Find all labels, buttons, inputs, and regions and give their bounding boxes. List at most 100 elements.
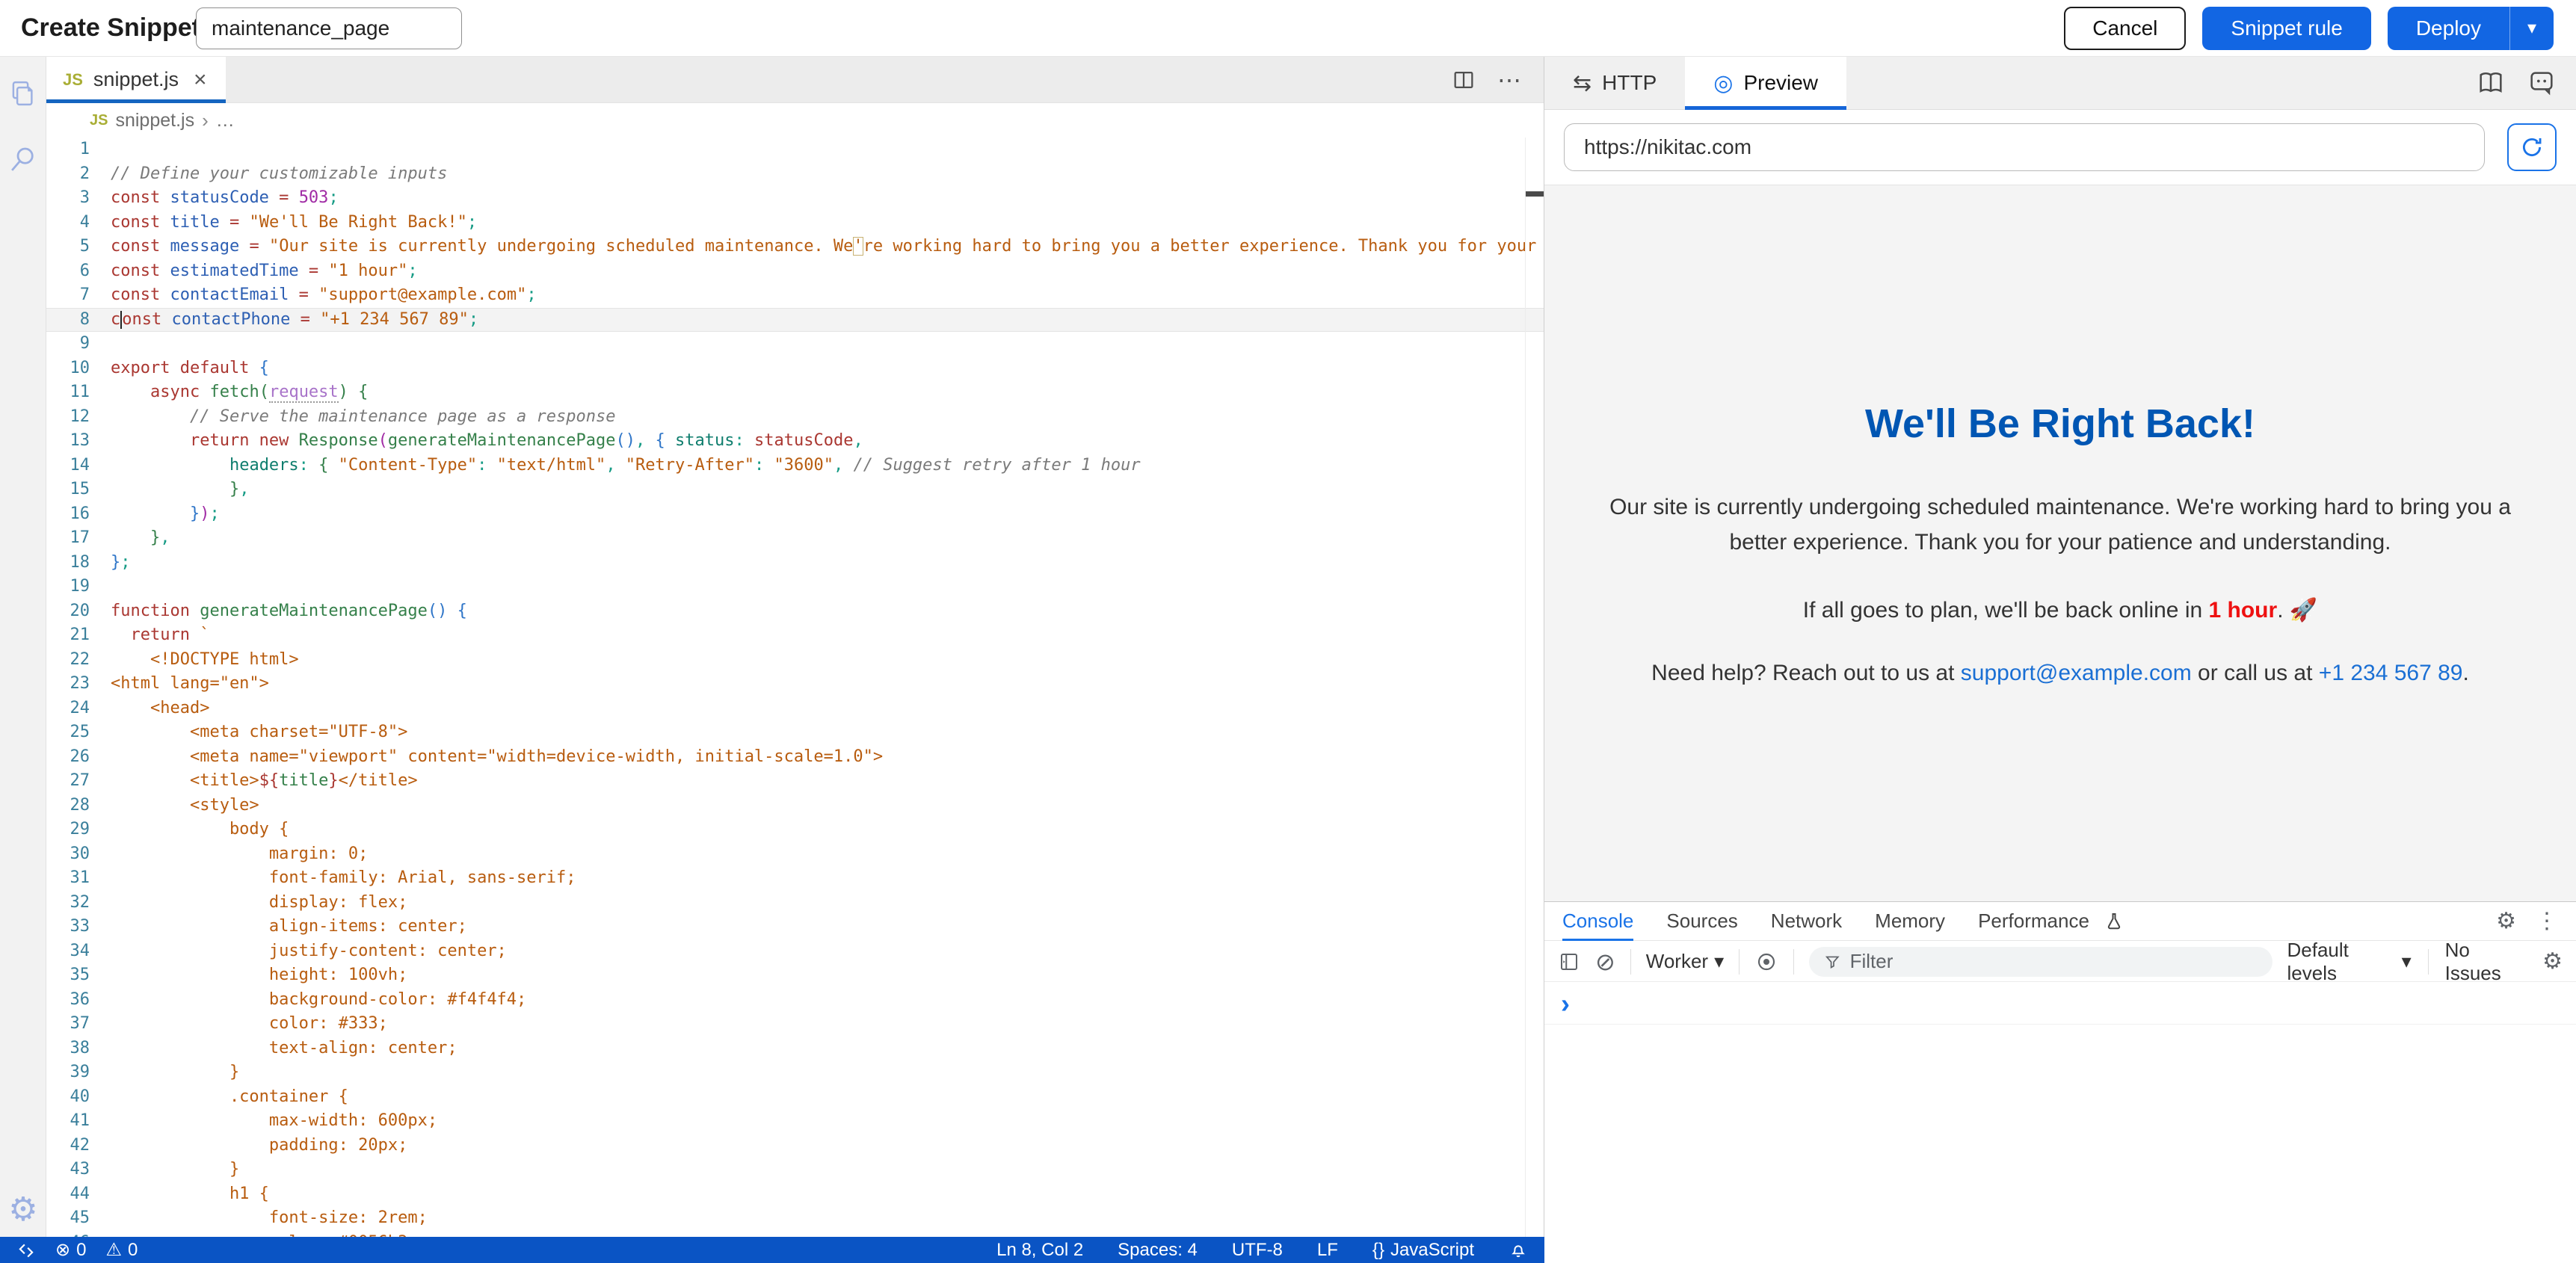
- language-mode[interactable]: {} JavaScript: [1372, 1240, 1474, 1261]
- code-line-34[interactable]: 34 justify-content: center;: [46, 939, 1544, 964]
- line-number[interactable]: 45: [46, 1206, 111, 1231]
- line-number[interactable]: 27: [46, 769, 111, 794]
- notifications-bell-icon[interactable]: [1509, 1241, 1528, 1260]
- line-number[interactable]: 37: [46, 1012, 111, 1037]
- line-number[interactable]: 9: [46, 332, 111, 356]
- cursor-position[interactable]: Ln 8, Col 2: [996, 1240, 1083, 1261]
- line-number[interactable]: 34: [46, 939, 111, 964]
- log-levels-selector[interactable]: Default levels ▾: [2287, 939, 2412, 985]
- code-line-26[interactable]: 26 <meta name="viewport" content="width=…: [46, 745, 1544, 770]
- line-number[interactable]: 21: [46, 623, 111, 648]
- code-line-41[interactable]: 41 max-width: 600px;: [46, 1109, 1544, 1134]
- breadcrumb-file[interactable]: snippet.js: [115, 110, 194, 132]
- code-line-27[interactable]: 27 <title>${title}</title>: [46, 769, 1544, 794]
- console-output[interactable]: ›: [1544, 983, 2576, 1263]
- console-prompt-row[interactable]: ›: [1544, 983, 2576, 1025]
- line-number[interactable]: 33: [46, 915, 111, 939]
- line-number[interactable]: 3: [46, 186, 111, 211]
- line-number[interactable]: 24: [46, 697, 111, 721]
- code-editor[interactable]: 12// Define your customizable inputs3con…: [46, 138, 1544, 1237]
- code-line-45[interactable]: 45 font-size: 2rem;: [46, 1206, 1544, 1231]
- line-number[interactable]: 42: [46, 1134, 111, 1158]
- line-number[interactable]: 16: [46, 502, 111, 527]
- code-line-11[interactable]: 11 async fetch(request) {: [46, 380, 1544, 405]
- encoding[interactable]: UTF-8: [1232, 1240, 1283, 1261]
- line-number[interactable]: 22: [46, 648, 111, 673]
- breadcrumb-symbol[interactable]: …: [216, 110, 235, 132]
- search-icon[interactable]: [0, 143, 46, 175]
- eol-sequence[interactable]: LF: [1317, 1240, 1338, 1261]
- errors-indicator[interactable]: ⊗ 0: [55, 1240, 86, 1261]
- line-number[interactable]: 10: [46, 356, 111, 381]
- settings-gear-icon[interactable]: ⚙: [0, 1193, 46, 1226]
- code-line-9[interactable]: 9: [46, 332, 1544, 356]
- code-line-12[interactable]: 12 // Serve the maintenance page as a re…: [46, 405, 1544, 430]
- line-number[interactable]: 12: [46, 405, 111, 430]
- code-line-1[interactable]: 1: [46, 138, 1544, 162]
- editor-scrollbar[interactable]: [1525, 138, 1544, 1237]
- code-line-31[interactable]: 31 font-family: Arial, sans-serif;: [46, 866, 1544, 891]
- line-number[interactable]: 2: [46, 162, 111, 187]
- code-line-13[interactable]: 13 return new Response(generateMaintenan…: [46, 429, 1544, 454]
- line-number[interactable]: 7: [46, 283, 111, 308]
- issues-counter[interactable]: No Issues: [2445, 939, 2526, 985]
- line-number[interactable]: 43: [46, 1158, 111, 1182]
- refresh-button[interactable]: [2507, 123, 2557, 171]
- line-number[interactable]: 13: [46, 429, 111, 454]
- line-number[interactable]: 18: [46, 551, 111, 575]
- live-expression-eye-icon[interactable]: [1754, 950, 1778, 974]
- code-line-16[interactable]: 16 });: [46, 502, 1544, 527]
- url-input[interactable]: [1564, 123, 2485, 171]
- line-number[interactable]: 30: [46, 842, 111, 867]
- line-number[interactable]: 32: [46, 891, 111, 915]
- line-number[interactable]: 40: [46, 1085, 111, 1110]
- code-line-24[interactable]: 24 <head>: [46, 697, 1544, 721]
- code-line-18[interactable]: 18};: [46, 551, 1544, 575]
- support-email-link[interactable]: support@example.com: [1961, 661, 2192, 685]
- line-number[interactable]: 6: [46, 259, 111, 284]
- line-number[interactable]: 41: [46, 1109, 111, 1134]
- code-line-33[interactable]: 33 align-items: center;: [46, 915, 1544, 939]
- code-line-17[interactable]: 17 },: [46, 526, 1544, 551]
- code-line-29[interactable]: 29 body {: [46, 818, 1544, 842]
- line-number[interactable]: 8: [46, 308, 111, 333]
- code-line-10[interactable]: 10export default {: [46, 356, 1544, 381]
- code-line-15[interactable]: 15 },: [46, 478, 1544, 502]
- execution-context-selector[interactable]: Worker ▾: [1646, 950, 1724, 973]
- close-tab-icon[interactable]: ×: [194, 67, 207, 93]
- code-line-46[interactable]: 46 color: #0056b3;: [46, 1231, 1544, 1238]
- line-number[interactable]: 15: [46, 478, 111, 502]
- code-line-23[interactable]: 23<html lang="en">: [46, 672, 1544, 697]
- line-number[interactable]: 1: [46, 138, 111, 162]
- line-number[interactable]: 17: [46, 526, 111, 551]
- devtools-tab-sources[interactable]: Sources: [1666, 902, 1737, 941]
- code-line-22[interactable]: 22 <!DOCTYPE html>: [46, 648, 1544, 673]
- filter-input[interactable]: [1850, 950, 2258, 973]
- line-number[interactable]: 11: [46, 380, 111, 405]
- devtools-kebab-menu-icon[interactable]: ⋮: [2536, 908, 2558, 934]
- code-line-5[interactable]: 5const message = "Our site is currently …: [46, 235, 1544, 259]
- code-line-25[interactable]: 25 <meta charset="UTF-8">: [46, 720, 1544, 745]
- line-number[interactable]: 23: [46, 672, 111, 697]
- code-line-7[interactable]: 7const contactEmail = "support@example.c…: [46, 283, 1544, 308]
- docs-book-icon[interactable]: [2476, 68, 2506, 98]
- code-line-44[interactable]: 44 h1 {: [46, 1182, 1544, 1207]
- line-number[interactable]: 29: [46, 818, 111, 842]
- cancel-button[interactable]: Cancel: [2064, 7, 2186, 50]
- line-number[interactable]: 14: [46, 454, 111, 478]
- code-line-28[interactable]: 28 <style>: [46, 794, 1544, 818]
- code-line-19[interactable]: 19: [46, 575, 1544, 599]
- tab-http[interactable]: ⇆ HTTP: [1544, 57, 1685, 109]
- code-line-36[interactable]: 36 background-color: #f4f4f4;: [46, 988, 1544, 1013]
- code-line-21[interactable]: 21 return `: [46, 623, 1544, 648]
- discord-chat-icon[interactable]: [2527, 68, 2557, 98]
- line-number[interactable]: 38: [46, 1037, 111, 1061]
- code-line-42[interactable]: 42 padding: 20px;: [46, 1134, 1544, 1158]
- line-number[interactable]: 44: [46, 1182, 111, 1207]
- code-line-38[interactable]: 38 text-align: center;: [46, 1037, 1544, 1061]
- code-line-20[interactable]: 20function generateMaintenancePage() {: [46, 599, 1544, 624]
- line-number[interactable]: 4: [46, 211, 111, 235]
- devtools-settings-gear-icon[interactable]: ⚙: [2496, 908, 2516, 934]
- console-settings-gear-icon[interactable]: ⚙: [2542, 948, 2563, 975]
- line-number[interactable]: 31: [46, 866, 111, 891]
